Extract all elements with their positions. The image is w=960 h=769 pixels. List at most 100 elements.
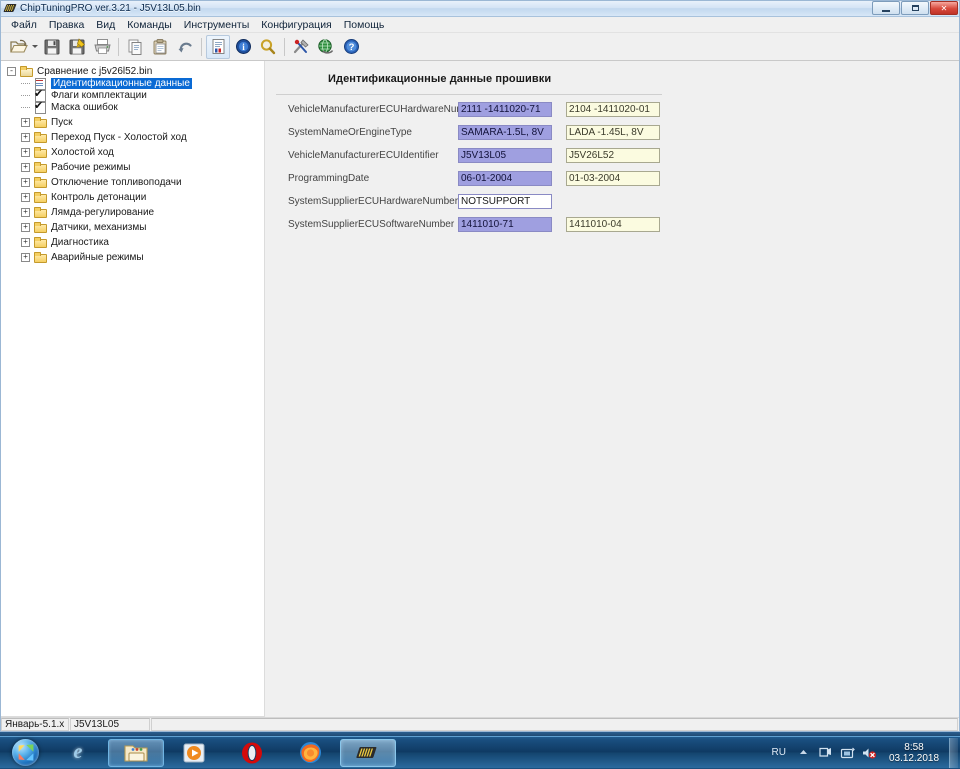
field-value-left[interactable]: 06-01-2004	[458, 171, 552, 186]
field-label: SystemSupplierECUSoftwareNumber	[288, 219, 458, 230]
taskbar: e	[0, 736, 960, 768]
field-value-right[interactable]: LADA -1.45L, 8V	[566, 125, 660, 140]
expand-expander-icon[interactable]: +	[21, 133, 30, 142]
removable-media-icon[interactable]	[838, 744, 856, 762]
maximize-button[interactable]	[901, 1, 929, 15]
minimize-button[interactable]	[872, 1, 900, 15]
folder-icon	[33, 116, 47, 128]
field-row: SystemSupplierECUSoftwareNumber 1411010-…	[288, 217, 660, 232]
menu-view[interactable]: Вид	[90, 18, 121, 32]
expand-expander-icon[interactable]: +	[21, 193, 30, 202]
tree-group-sensors-mechanisms[interactable]: + Датчики, механизмы	[1, 221, 264, 233]
tree-group-start[interactable]: + Пуск	[1, 116, 264, 128]
taskbar-internet-explorer[interactable]: e	[50, 739, 106, 767]
field-value-left[interactable]: 1411010-71	[458, 217, 552, 232]
save-as-button[interactable]	[65, 35, 89, 59]
title-bar[interactable]: ChipTuningPRO ver.3.21 - J5V13L05.bin ✕	[1, 1, 959, 17]
save-button[interactable]	[40, 35, 64, 59]
field-value-left[interactable]: 2111 -1411020-71	[458, 102, 552, 117]
compare-button[interactable]	[206, 35, 230, 59]
folder-icon	[33, 191, 47, 203]
tree-node-label: Маска ошибок	[51, 102, 118, 113]
menu-tools[interactable]: Инструменты	[178, 18, 255, 32]
field-value-right[interactable]: 01-03-2004	[566, 171, 660, 186]
tree-group-idle[interactable]: + Холостой ход	[1, 146, 264, 158]
tree-group-lambda-control[interactable]: + Лямда-регулирование	[1, 206, 264, 218]
field-value-right[interactable]: 1411010-04	[566, 217, 660, 232]
print-button[interactable]	[90, 35, 114, 59]
tree-group-start-to-idle[interactable]: + Переход Пуск - Холостой ход	[1, 131, 264, 143]
undo-button[interactable]	[173, 35, 197, 59]
copy-button[interactable]	[123, 35, 147, 59]
menu-edit[interactable]: Правка	[43, 18, 90, 32]
content-pane: Идентификационные данные прошивки Vehicl…	[270, 61, 959, 717]
expand-expander-icon[interactable]: +	[21, 223, 30, 232]
folder-icon	[33, 236, 47, 248]
field-value-left[interactable]: NOTSUPPORT	[458, 194, 552, 209]
tree-group-diagnostics[interactable]: + Диагностика	[1, 236, 264, 248]
info-button[interactable]: i	[231, 35, 255, 59]
tree-node-error-mask[interactable]: Маска ошибок	[1, 101, 264, 113]
clock[interactable]: 8:58 03.12.2018	[884, 742, 944, 764]
field-value-left[interactable]: J5V13L05	[458, 148, 552, 163]
volume-muted-icon[interactable]	[860, 744, 878, 762]
expand-expander-icon[interactable]: +	[21, 253, 30, 262]
expand-expander-icon[interactable]: +	[21, 238, 30, 247]
language-indicator[interactable]: RU	[772, 747, 786, 758]
firefox-icon	[298, 740, 323, 765]
web-button[interactable]	[314, 35, 338, 59]
field-value-right[interactable]: J5V26L52	[566, 148, 660, 163]
search-button[interactable]	[256, 35, 280, 59]
expand-expander-icon[interactable]: +	[21, 163, 30, 172]
tree-group-working-modes[interactable]: + Рабочие режимы	[1, 161, 264, 173]
taskbar-chiptuningpro[interactable]	[340, 739, 396, 767]
help-button[interactable]: ?	[339, 35, 363, 59]
navigation-tree[interactable]: - Сравнение с j5v26l52.bin Идентификацио…	[1, 61, 265, 717]
chevron-down-icon[interactable]	[31, 37, 39, 57]
tools-button[interactable]	[289, 35, 313, 59]
expand-expander-icon[interactable]: +	[21, 178, 30, 187]
field-value-right[interactable]: 2104 -1411020-01	[566, 102, 660, 117]
tree-node-label: Контроль детонации	[51, 192, 146, 203]
menu-commands[interactable]: Команды	[121, 18, 178, 32]
status-bar: Январь-5.1.x J5V13L05	[1, 717, 959, 731]
tree-group-knock-control[interactable]: + Контроль детонации	[1, 191, 264, 203]
taskbar-media-player[interactable]	[166, 739, 222, 767]
tree-node-label: Переход Пуск - Холостой ход	[51, 132, 187, 143]
network-icon[interactable]	[816, 744, 834, 762]
toolbar-separator	[201, 38, 202, 56]
field-row: SystemNameOrEngineType SAMARA-1.5L, 8V L…	[288, 125, 660, 140]
start-button[interactable]	[2, 738, 48, 768]
expand-expander-icon[interactable]: +	[21, 148, 30, 157]
menu-configuration[interactable]: Конфигурация	[255, 18, 337, 32]
tree-group-emergency-modes[interactable]: + Аварийные режимы	[1, 251, 264, 263]
tree-group-fuel-cutoff[interactable]: + Отключение топливоподачи	[1, 176, 264, 188]
tree-node-label: Лямда-регулирование	[51, 207, 154, 218]
expand-expander-icon[interactable]: +	[21, 208, 30, 217]
tree-line	[21, 95, 30, 96]
menu-file[interactable]: Файл	[5, 18, 43, 32]
paste-button[interactable]	[148, 35, 172, 59]
field-row: VehicleManufacturerECUIdentifier J5V13L0…	[288, 148, 660, 163]
expand-expander-icon[interactable]: +	[21, 118, 30, 127]
field-value-left[interactable]: SAMARA-1.5L, 8V	[458, 125, 552, 140]
field-label: VehicleManufacturerECUHardwareNumber	[288, 104, 458, 115]
close-button[interactable]: ✕	[930, 1, 958, 15]
clock-time: 8:58	[884, 742, 944, 753]
open-file-button[interactable]	[6, 35, 30, 59]
taskbar-file-explorer[interactable]	[108, 739, 164, 767]
title-divider	[276, 94, 662, 95]
show-desktop-button[interactable]	[949, 738, 958, 768]
field-label: SystemSupplierECUHardwareNumber	[288, 196, 458, 207]
menu-help[interactable]: Помощь	[338, 18, 391, 32]
taskbar-firefox[interactable]	[282, 739, 338, 767]
chip-icon	[355, 743, 381, 763]
taskbar-opera[interactable]	[224, 739, 280, 767]
field-row: ProgrammingDate 06-01-2004 01-03-2004	[288, 171, 660, 186]
status-message	[151, 718, 958, 731]
collapse-expander-icon[interactable]: -	[7, 67, 16, 76]
tree-node-root[interactable]: - Сравнение с j5v26l52.bin	[1, 65, 264, 77]
media-player-icon	[181, 741, 207, 765]
tree-line	[21, 83, 30, 84]
show-hidden-icons-button[interactable]	[794, 744, 812, 762]
